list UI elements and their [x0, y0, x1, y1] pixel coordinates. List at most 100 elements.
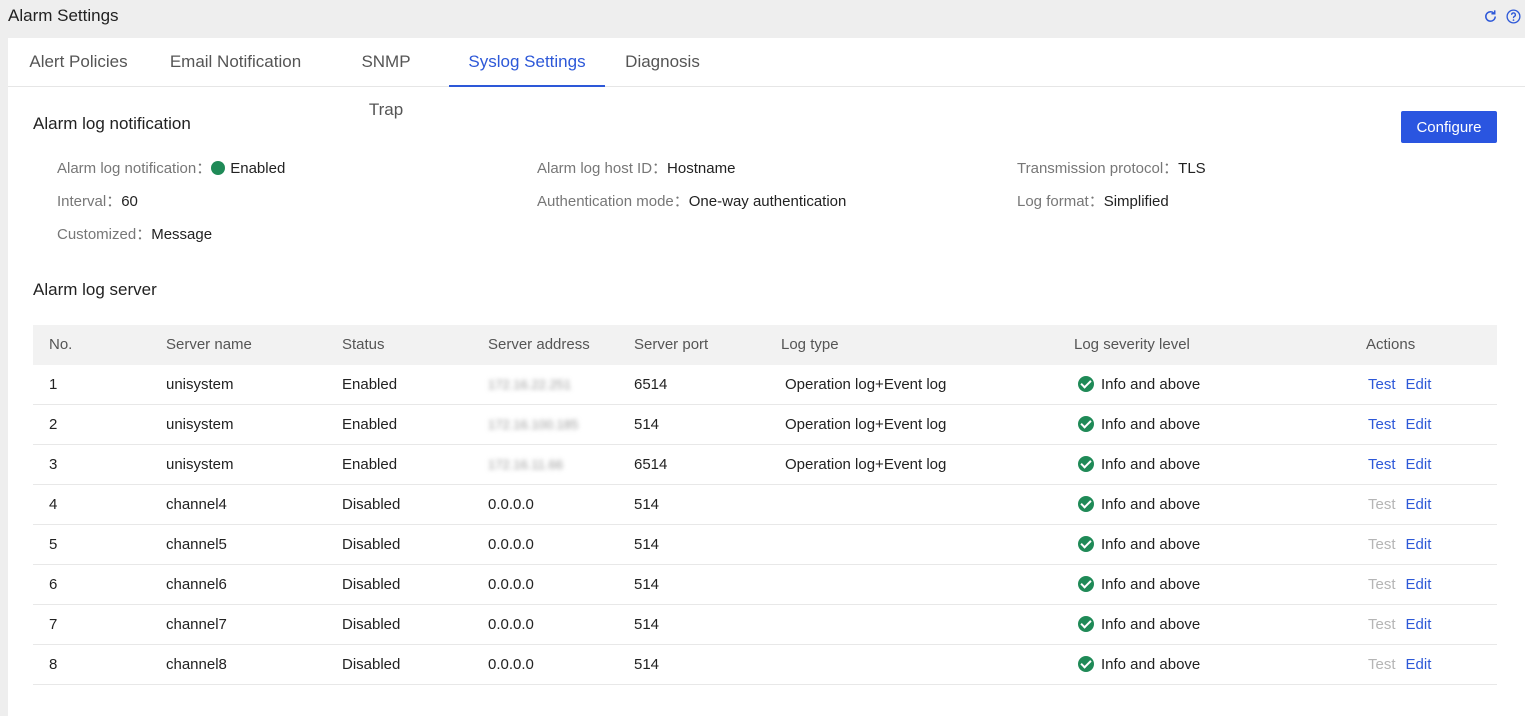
cell-no: 1 [49, 376, 58, 393]
cell-actions: Test Edit [1368, 445, 1441, 485]
test-link[interactable]: Test [1368, 416, 1396, 433]
table-row: 3 unisystem Enabled 172.16.11.66 6514 Operati… [33, 445, 1497, 485]
table-row: 5 channel5 Disabled 0.0.0.0 514 Info and abov… [33, 525, 1497, 565]
tab-snmp-trap[interactable]: SNMP Trap [343, 38, 429, 119]
tab-syslog-settings[interactable]: Syslog Settings [449, 38, 605, 87]
severity-label: Info and above [1101, 616, 1201, 633]
server-address-value: 0.0.0.0 [488, 536, 534, 553]
field-log-format: Log format：Simplified [1017, 190, 1169, 211]
tab-alert-policies[interactable]: Alert Policies [29, 38, 128, 87]
test-link: Test [1368, 536, 1396, 553]
cell-server-name: unisystem [166, 416, 234, 433]
column-header-server-name: Server name [166, 336, 252, 353]
table-row: 6 channel6 Disabled 0.0.0.0 514 Info and abov… [33, 565, 1497, 605]
field-label: Interval： [57, 193, 122, 210]
cell-server-port: 6514 [634, 456, 668, 473]
table-header: No. Server name Status Server address Se… [33, 325, 1497, 365]
edit-link[interactable]: Edit [1406, 616, 1432, 633]
server-table: No. Server name Status Server address Se… [33, 325, 1497, 685]
severity-label: Info and above [1101, 456, 1201, 473]
severity-label: Info and above [1101, 376, 1201, 393]
field-value: Simplified [1103, 193, 1169, 210]
check-circle-icon [1078, 536, 1094, 552]
field-value: TLS [1178, 160, 1206, 177]
cell-server-port: 514 [634, 536, 660, 553]
edit-link[interactable]: Edit [1406, 656, 1432, 673]
table-row: 8 channel8 Disabled 0.0.0.0 514 Info and abov… [33, 645, 1497, 685]
cell-severity: Info and above [1078, 605, 1200, 645]
cell-actions: Test Edit [1368, 605, 1441, 645]
table-row: 7 channel7 Disabled 0.0.0.0 514 Info and abov… [33, 605, 1497, 645]
server-address-value: 0.0.0.0 [488, 496, 534, 513]
help-icon[interactable] [1506, 9, 1521, 24]
cell-severity: Info and above [1078, 645, 1200, 685]
check-circle-icon [1078, 576, 1094, 592]
server-address-value: 172.16.100.185 [488, 417, 579, 432]
cell-server-port: 514 [634, 616, 660, 633]
edit-link[interactable]: Edit [1406, 576, 1432, 593]
main-panel: Alert Policies Email Notification SNMP T… [8, 38, 1525, 716]
field-label: Customized： [57, 226, 152, 243]
cell-actions: Test Edit [1368, 525, 1441, 565]
severity-label: Info and above [1101, 576, 1201, 593]
field-value: 60 [121, 193, 138, 210]
column-header-status: Status [342, 336, 385, 353]
server-address-value: 0.0.0.0 [488, 656, 534, 673]
cell-actions: Test Edit [1368, 405, 1441, 445]
cell-server-port: 514 [634, 496, 660, 513]
edit-link[interactable]: Edit [1406, 456, 1432, 473]
field-interval: Interval：60 [57, 190, 138, 211]
cell-no: 3 [49, 456, 58, 473]
cell-server-port: 514 [634, 656, 660, 673]
refresh-icon[interactable] [1483, 9, 1498, 24]
edit-link[interactable]: Edit [1406, 536, 1432, 553]
cell-status: Enabled [342, 376, 398, 393]
configure-button[interactable]: Configure [1401, 111, 1497, 143]
page-title: Alarm Settings [8, 6, 119, 25]
test-link[interactable]: Test [1368, 456, 1396, 473]
column-header-log-type: Log type [781, 336, 839, 353]
cell-server-port: 6514 [634, 376, 668, 393]
field-value: Hostname [667, 160, 736, 177]
cell-status: Enabled [342, 456, 398, 473]
cell-actions: Test Edit [1368, 565, 1441, 605]
edit-link[interactable]: Edit [1406, 376, 1432, 393]
field-alarm-log-notification: Alarm log notification： Enabled [57, 157, 285, 178]
severity-label: Info and above [1101, 416, 1201, 433]
check-circle-icon [1078, 496, 1094, 512]
table-body: 1 unisystem Enabled 172.16.22.251 6514 Operat… [33, 365, 1497, 685]
cell-server-port: 514 [634, 416, 660, 433]
test-link[interactable]: Test [1368, 376, 1396, 393]
cell-status: Disabled [342, 616, 401, 633]
field-label: Alarm log notification： [57, 160, 212, 177]
status-dot-icon [211, 161, 226, 175]
cell-server-name: channel6 [166, 576, 227, 593]
field-customized: Customized：Message [57, 223, 212, 244]
test-link: Test [1368, 496, 1396, 513]
cell-no: 6 [49, 576, 58, 593]
cell-server-name: channel8 [166, 656, 227, 673]
cell-no: 2 [49, 416, 58, 433]
field-label: Authentication mode： [537, 193, 689, 210]
tab-diagnosis[interactable]: Diagnosis [625, 38, 700, 87]
cell-server-address: 0.0.0.0 [488, 525, 534, 565]
tab-email-notification[interactable]: Email Notification [167, 38, 304, 87]
server-address-value: 172.16.22.251 [488, 377, 572, 392]
cell-actions: Test Edit [1368, 645, 1441, 685]
field-value: Enabled [230, 160, 286, 177]
field-label: Alarm log host ID： [537, 160, 668, 177]
table-row: 4 channel4 Disabled 0.0.0.0 514 Info and abov… [33, 485, 1497, 525]
check-circle-icon [1078, 616, 1094, 632]
severity-label: Info and above [1101, 656, 1201, 673]
field-authentication-mode: Authentication mode：One-way authenticati… [537, 190, 846, 211]
column-header-severity: Log severity level [1074, 336, 1190, 353]
cell-actions: Test Edit [1368, 485, 1441, 525]
cell-log-type: Operation log+Event log [785, 376, 947, 393]
check-circle-icon [1078, 656, 1094, 672]
cell-log-type: Operation log+Event log [785, 416, 947, 433]
edit-link[interactable]: Edit [1406, 496, 1432, 513]
cell-server-name: channel5 [166, 536, 227, 553]
edit-link[interactable]: Edit [1406, 416, 1432, 433]
field-value: One-way authentication [688, 193, 847, 210]
column-header-no: No. [49, 336, 73, 353]
